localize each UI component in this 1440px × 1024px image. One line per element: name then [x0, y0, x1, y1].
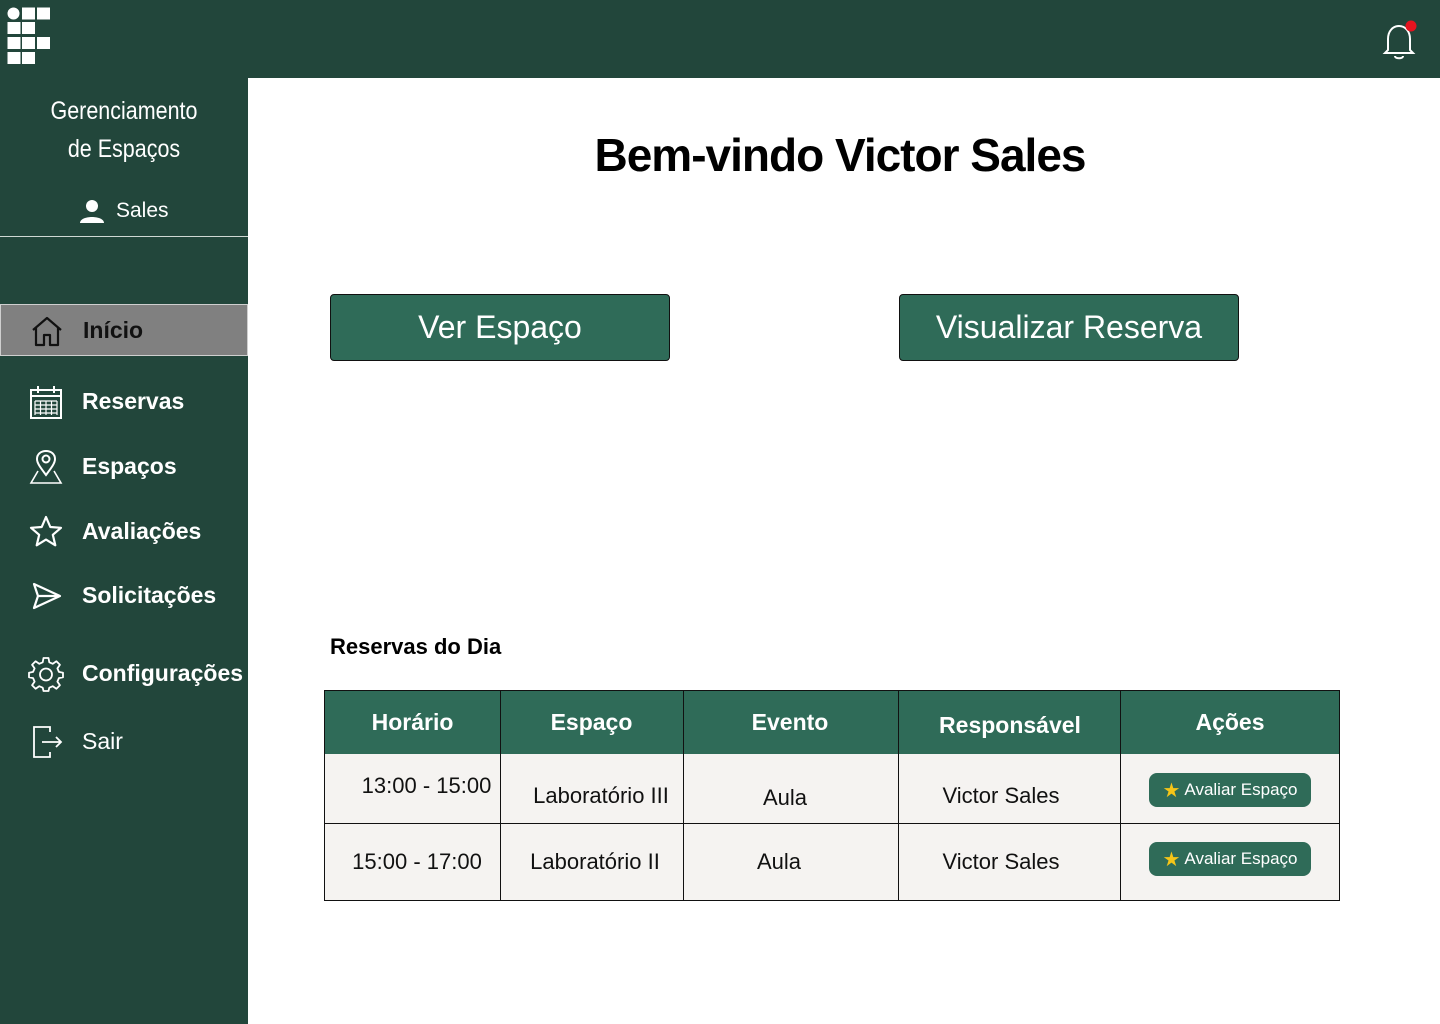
sidebar-item-label: Reservas [82, 388, 185, 414]
sidebar-item-espacos[interactable]: Espaços [0, 441, 248, 493]
column-header-responsavel: Responsável [939, 712, 1081, 738]
sidebar-item-label: Espaços [82, 453, 177, 479]
cell-evento: Aula [756, 849, 802, 874]
sidebar-item-inicio[interactable]: Início [0, 304, 248, 356]
sidebar-item-avaliacoes[interactable]: Avaliações [0, 506, 248, 558]
institution-logo [7, 7, 50, 64]
welcome-title: Bem-vindo Victor Sales [594, 129, 1087, 181]
sidebar-item-label: Avaliações [82, 518, 202, 544]
avaliar-espaco-button[interactable]: ★ Avaliar Espaço [1149, 842, 1311, 876]
cell-responsavel: Victor Sales [942, 849, 1060, 874]
cell-espaco: Laboratório III [533, 782, 669, 808]
avaliar-espaco-label: Avaliar Espaço [1184, 849, 1298, 868]
home-icon [32, 316, 62, 347]
star-icon: ★ [1162, 848, 1181, 871]
notification-dot [1405, 20, 1417, 32]
sidebar-item-label: Solicitações [82, 582, 217, 608]
star-icon [29, 515, 63, 547]
user-icon [80, 200, 104, 223]
bell-icon[interactable] [1380, 20, 1418, 62]
column-header-espaco: Espaço [550, 709, 633, 735]
section-title: Reservas do Dia [330, 634, 502, 659]
cell-evento: Aula [762, 784, 808, 810]
top-bar [0, 0, 1440, 78]
send-icon [32, 582, 62, 610]
cell-horario: 15:00 - 17:00 [352, 849, 482, 874]
cell-responsavel: Victor Sales [942, 782, 1060, 808]
app-title-line2: de Espaços [67, 135, 181, 163]
reservations-table: Horário Espaço Evento Responsável Ações … [324, 690, 1340, 901]
sidebar: Gerenciamento de Espaços Sales Início Re… [0, 78, 248, 1024]
sidebar-item-label: Configurações [82, 660, 244, 686]
sidebar-item-reservas[interactable]: Reservas [0, 376, 248, 428]
user-info: Sales [78, 196, 169, 226]
user-name: Sales [116, 199, 169, 222]
sidebar-item-label: Sair [82, 728, 123, 754]
sidebar-divider [0, 236, 248, 237]
column-divider [1120, 691, 1121, 900]
sidebar-item-configuracoes[interactable]: Configurações [0, 648, 248, 700]
avaliar-espaco-button[interactable]: ★ Avaliar Espaço [1149, 773, 1311, 807]
column-header-horario: Horário [371, 709, 454, 735]
gear-icon [28, 657, 64, 692]
cell-horario: 13:00 - 15:00 [361, 772, 492, 798]
sidebar-item-solicitacoes[interactable]: Solicitações [0, 570, 248, 622]
sidebar-item-sair[interactable]: Sair [0, 716, 248, 768]
calendar-icon [30, 386, 62, 419]
visualizar-reserva-button[interactable]: Visualizar Reserva [899, 294, 1239, 361]
logout-icon [33, 726, 63, 758]
map-pin-icon [29, 449, 63, 484]
column-header-evento: Evento [751, 709, 829, 735]
star-icon: ★ [1162, 779, 1181, 802]
ver-espaco-button[interactable]: Ver Espaço [330, 294, 670, 361]
avaliar-espaco-label: Avaliar Espaço [1184, 780, 1298, 799]
column-header-acoes: Ações [1195, 709, 1265, 735]
app-title: Gerenciamento de Espaços [17, 92, 230, 168]
app-title-line1: Gerenciamento [50, 97, 198, 125]
sidebar-item-label: Início [83, 317, 144, 343]
cell-espaco: Laboratório II [530, 849, 660, 874]
